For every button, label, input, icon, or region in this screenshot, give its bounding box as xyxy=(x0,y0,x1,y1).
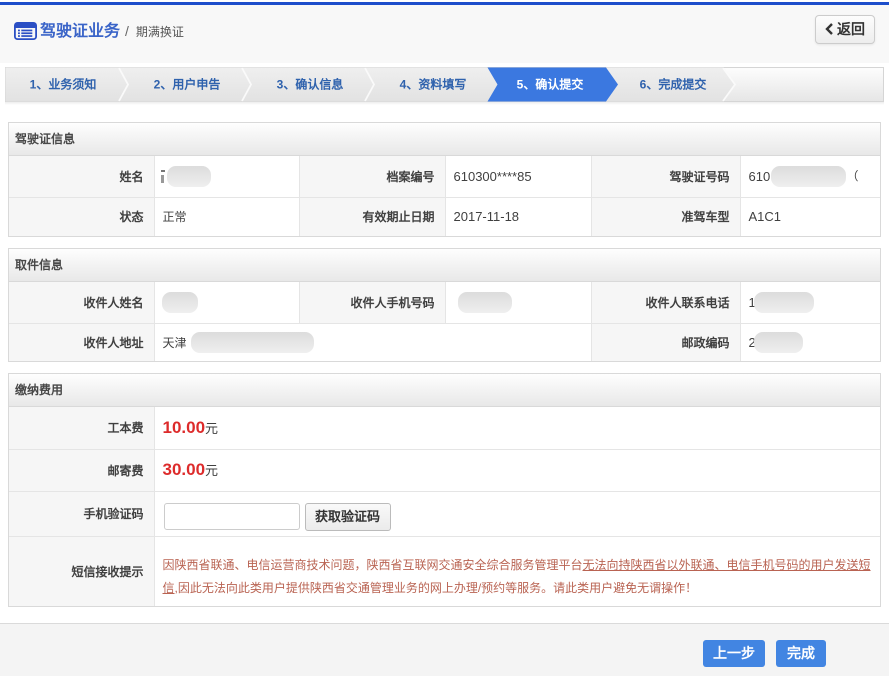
svg-text:1、业务须知: 1、业务须知 xyxy=(30,77,97,92)
svg-text:5、确认提交: 5、确认提交 xyxy=(517,77,584,92)
svg-text:3、确认信息: 3、确认信息 xyxy=(277,77,344,92)
svg-text:4、资料填写: 4、资料填写 xyxy=(400,77,467,92)
svg-text:2、用户申告: 2、用户申告 xyxy=(154,77,221,92)
svg-text:6、完成提交: 6、完成提交 xyxy=(640,77,707,92)
